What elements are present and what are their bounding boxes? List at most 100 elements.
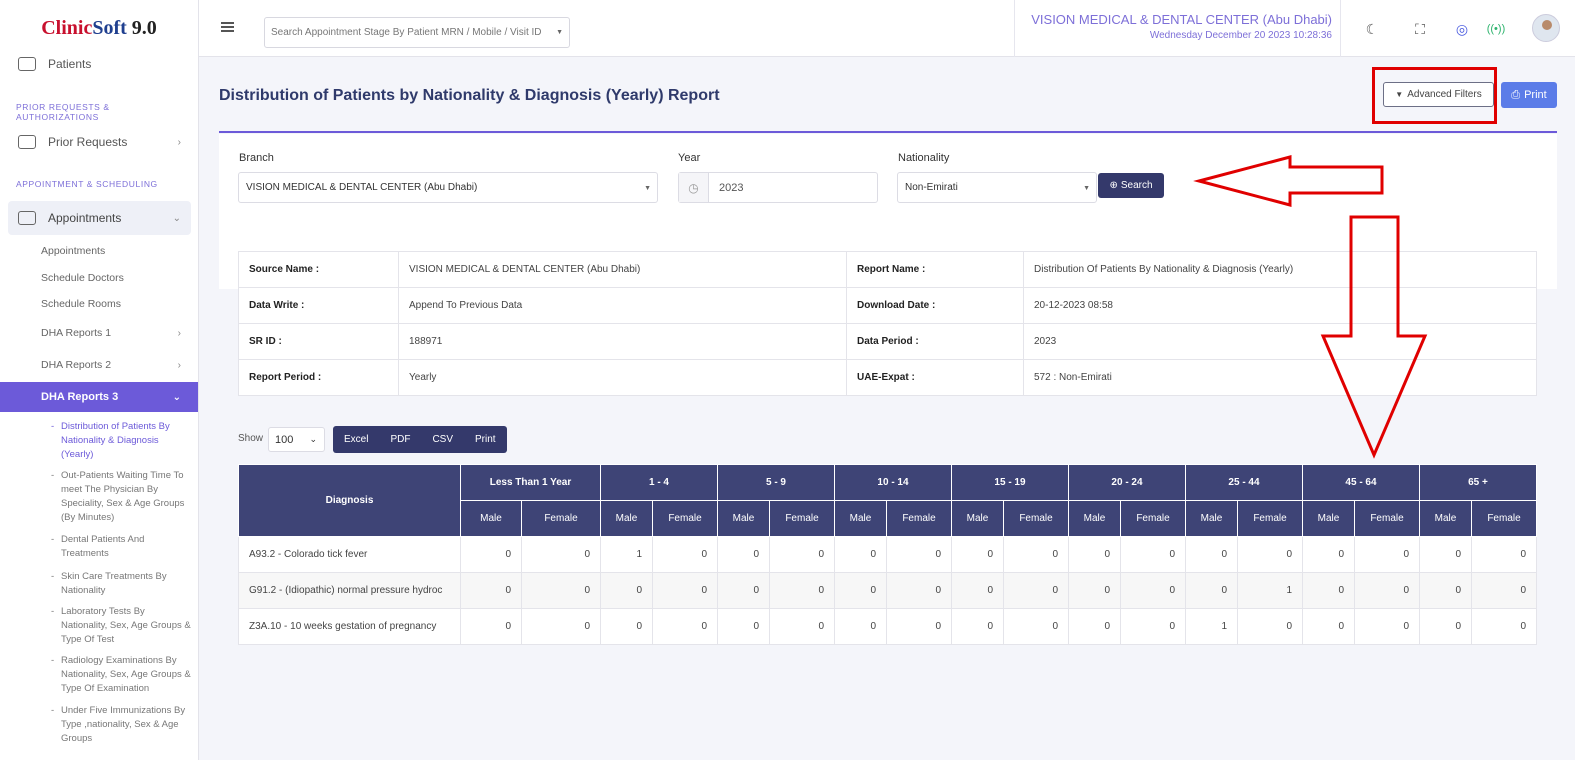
sidebar-item-patients[interactable]: Patients [0,57,109,71]
count-cell: 0 [1237,536,1303,573]
count-cell: 0 [652,608,718,645]
search-button[interactable]: ⊕ Search [1098,173,1164,198]
headset-support-icon[interactable]: ◎ [1451,18,1473,40]
sidebar-item-prior-requests[interactable]: Prior Requests › [0,132,198,152]
top-header: Search Appointment Stage By Patient MRN … [199,0,1575,57]
male-header[interactable]: Male [1185,500,1238,537]
count-cell: 0 [1419,608,1472,645]
male-header[interactable]: Male [1068,500,1121,537]
report-link-dental-patients[interactable]: - Dental Patients And Treatments [0,533,150,561]
print-button[interactable]: ⎙ Print [1501,82,1557,108]
male-header[interactable]: Male [600,500,653,537]
year-input[interactable]: ◷ 2023 [678,172,878,203]
table-row: A93.2 - Colorado tick fever 0 0 1 0 0 0 0 0 0 0 0 0 0… [238,536,1537,573]
female-header[interactable]: Female [769,500,835,537]
branch-select[interactable]: VISION MEDICAL & DENTAL CENTER (Abu Dhab… [238,172,658,203]
age-group-header[interactable]: 5 - 9 [717,464,835,501]
uae-expat-label: UAE-Expat : [846,359,1024,396]
male-header[interactable]: Male [1419,500,1472,537]
table-print-button[interactable]: Print [464,426,507,453]
users-icon [18,57,36,71]
count-cell: 0 [1120,608,1186,645]
count-cell: 0 [951,608,1004,645]
count-cell: 0 [834,608,887,645]
calendar-icon [18,211,36,225]
count-cell: 0 [717,536,770,573]
female-header[interactable]: Female [886,500,952,537]
section-appointment: APPOINTMENT & SCHEDULING [16,179,158,189]
report-link-radiology[interactable]: - Radiology Examinations By Nationality, S… [0,654,197,696]
logo-version: 9.0 [131,17,157,39]
sidebar-sub-appointments[interactable]: Appointments [0,245,198,257]
excel-button[interactable]: Excel [333,426,379,453]
count-cell: 0 [521,536,601,573]
female-header[interactable]: Female [1120,500,1186,537]
male-header[interactable]: Male [951,500,1004,537]
page-length-select[interactable]: 100 ⌄ [268,427,325,452]
report-link-nationality-diagnosis[interactable]: - Distribution of Patients By Nationality … [0,420,176,462]
sidebar-sub-schedule-doctors[interactable]: Schedule Doctors [0,272,198,284]
age-group-header[interactable]: 15 - 19 [951,464,1069,501]
cliniсsoft-logo[interactable]: Clinic Soft 9.0 [0,0,198,57]
count-cell: 1 [1237,572,1303,609]
count-cell: 0 [951,572,1004,609]
sidebar-sub-schedule-rooms[interactable]: Schedule Rooms [0,298,198,310]
report-period-value: Yearly [398,359,847,396]
count-cell: 0 [886,572,952,609]
female-header[interactable]: Female [1237,500,1303,537]
male-header[interactable]: Male [717,500,770,537]
report-link-immunizations[interactable]: - Under Five Immunizations By Type ,nation… [0,704,191,746]
dark-mode-moon-icon[interactable]: ☾ [1361,18,1383,40]
source-name-label: Source Name : [238,251,399,288]
report-name-label: Report Name : [846,251,1024,288]
count-cell: 0 [1354,536,1420,573]
title-divider [219,131,1557,133]
female-header[interactable]: Female [1471,500,1537,537]
female-header[interactable]: Female [1003,500,1069,537]
age-group-header[interactable]: 10 - 14 [834,464,952,501]
female-header[interactable]: Female [652,500,718,537]
chevron-down-icon: ⌄ [309,434,317,444]
export-buttons: Excel PDF CSV Print [333,426,507,453]
data-write-label: Data Write : [238,287,399,324]
count-cell: 0 [769,608,835,645]
male-header[interactable]: Male [1302,500,1355,537]
page-title: Distribution of Patients by Nationality … [219,87,720,104]
count-cell: 0 [1185,536,1238,573]
age-group-header[interactable]: 1 - 4 [600,464,718,501]
center-name: VISION MEDICAL & DENTAL CENTER (Abu Dhab… [1031,12,1332,27]
caret-down-icon: ▼ [1083,185,1090,192]
age-group-header[interactable]: 45 - 64 [1302,464,1420,501]
fullscreen-icon[interactable]: ⛶ [1409,18,1431,40]
female-header[interactable]: Female [521,500,601,537]
broadcast-icon[interactable]: ((•)) [1485,18,1507,40]
sidebar-item-appointments[interactable]: Appointments ⌄ [8,201,191,235]
report-link-skin-care[interactable]: - Skin Care Treatments By Nationality [0,570,173,598]
male-header[interactable]: Male [460,500,522,537]
search-icon: ⊕ [1109,180,1118,191]
report-link-laboratory-tests[interactable]: - Laboratory Tests By Nationality, Sex, Ag… [0,605,197,647]
female-header[interactable]: Female [1354,500,1420,537]
appointment-search-input[interactable]: Search Appointment Stage By Patient MRN … [264,17,570,48]
age-group-header[interactable]: 25 - 44 [1185,464,1303,501]
report-link-waiting-time[interactable]: - Out-Patients Waiting Time To meet The Ph… [0,469,190,525]
age-group-header[interactable]: Less Than 1 Year [460,464,601,501]
count-cell: 0 [1003,608,1069,645]
count-cell: 0 [1185,572,1238,609]
sidebar-item-dha-reports-3[interactable]: DHA Reports 3 ⌄ [0,382,198,412]
report-name-value: Distribution Of Patients By Nationality … [1023,251,1537,288]
count-cell: 0 [1354,572,1420,609]
main-content: Distribution of Patients by Nationality … [199,57,1575,760]
nationality-select[interactable]: Non-Emirati ▼ [897,172,1097,203]
sidebar-item-dha-reports-1[interactable]: DHA Reports 1 › [0,327,198,339]
sidebar-item-dha-reports-2[interactable]: DHA Reports 2 › [0,359,198,371]
csv-button[interactable]: CSV [421,426,464,453]
pdf-button[interactable]: PDF [379,426,421,453]
annotation-highlight-box [1372,67,1497,124]
male-header[interactable]: Male [834,500,887,537]
count-cell: 0 [951,536,1004,573]
menu-toggle-icon[interactable] [221,22,234,32]
user-avatar[interactable] [1532,14,1560,42]
age-group-header[interactable]: 65 + [1419,464,1537,501]
age-group-header[interactable]: 20 - 24 [1068,464,1186,501]
